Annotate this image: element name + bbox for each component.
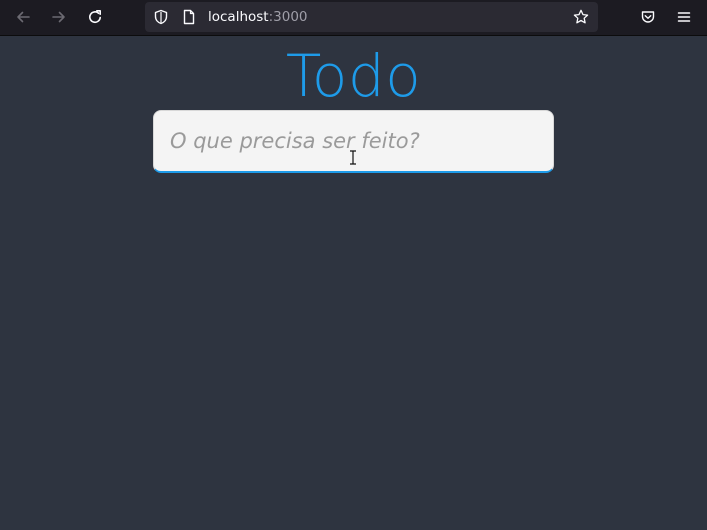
pocket-button[interactable]: [636, 6, 660, 28]
page-title: Todo: [285, 42, 422, 110]
url-text[interactable]: localhost:3000: [208, 9, 308, 25]
reload-button[interactable]: [83, 6, 107, 28]
hamburger-menu-icon: [676, 9, 692, 25]
browser-toolbar: localhost:3000: [0, 0, 707, 36]
url-port: :3000: [268, 9, 308, 25]
arrow-right-icon: [51, 9, 67, 25]
forward-button[interactable]: [47, 6, 71, 28]
back-button[interactable]: [11, 6, 35, 28]
menu-button[interactable]: [672, 6, 696, 28]
text-cursor-icon: [349, 150, 357, 165]
reload-icon: [87, 9, 103, 25]
star-icon[interactable]: [573, 9, 589, 25]
url-bar[interactable]: localhost:3000: [145, 2, 598, 32]
page-icon[interactable]: [181, 9, 197, 25]
page-content: Todo: [0, 37, 707, 530]
url-host: localhost: [208, 9, 269, 25]
pocket-icon: [640, 9, 656, 25]
shield-icon[interactable]: [153, 9, 169, 25]
arrow-left-icon: [15, 9, 31, 25]
